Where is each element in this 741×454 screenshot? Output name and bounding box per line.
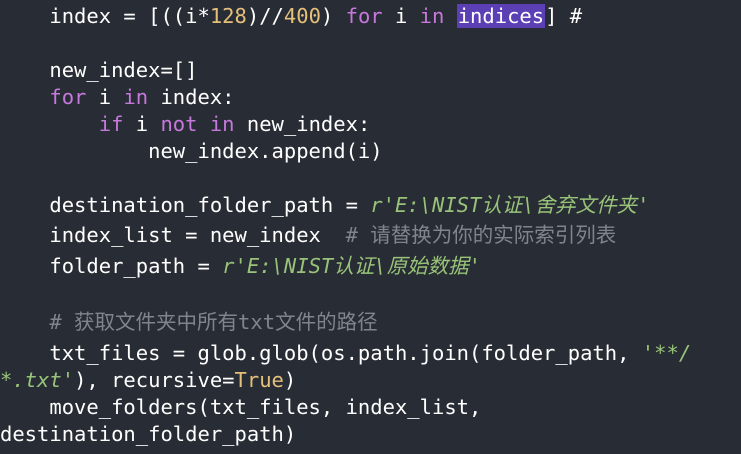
- string-literal: r'E:\NIST认证\舍弃文件夹': [370, 193, 650, 217]
- keyword-for: for: [49, 85, 87, 109]
- code-line-glob-wrap: *.txt'), recursive=True): [0, 367, 296, 394]
- code-line-folder-path: folder_path = r'E:\NIST认证\原始数据': [0, 253, 481, 280]
- code-line-append: new_index.append(i): [0, 138, 383, 165]
- code-text: txt_files = glob.glob(os.path.join(folde…: [0, 341, 642, 365]
- code-line-index: index = [((i*128)//400) for i in indices…: [0, 3, 582, 30]
- number-literal: 128: [209, 4, 247, 28]
- boolean-literal: True: [234, 368, 284, 392]
- selected-text[interactable]: indices: [456, 4, 546, 28]
- code-text: ), recursive=: [74, 368, 235, 392]
- code-text: index:: [148, 85, 235, 109]
- code-line-move-folders-wrap: destination_folder_path): [0, 421, 296, 448]
- code-text: destination_folder_path =: [0, 193, 371, 217]
- code-line-if: if i not in new_index:: [0, 111, 371, 138]
- keyword-in: in: [209, 112, 235, 136]
- string-literal: r'E:\NIST认证\原始数据': [222, 254, 481, 278]
- code-line-for-loop: for i in index:: [0, 84, 235, 111]
- code-text: ): [283, 368, 297, 392]
- code-text: index_list = new_index: [0, 223, 346, 247]
- keyword-for: for: [345, 4, 383, 28]
- code-text: new_index:: [234, 112, 371, 136]
- code-comment: # 请替换为你的实际索引列表: [345, 223, 617, 247]
- code-text: index = [((i*: [0, 4, 210, 28]
- code-text: ): [320, 4, 346, 28]
- code-text: i: [86, 85, 124, 109]
- code-text: move_folders(txt_files, index_list,: [0, 395, 482, 419]
- code-comment: # 获取文件夹中所有txt文件的路径: [0, 310, 378, 334]
- code-line-move-folders: move_folders(txt_files, index_list,: [0, 394, 481, 421]
- code-line-glob: txt_files = glob.glob(os.path.join(folde…: [0, 340, 691, 367]
- string-literal: '**/: [641, 341, 692, 365]
- code-text: i: [123, 112, 161, 136]
- keyword-not: not: [160, 112, 198, 136]
- code-line-comment: # 获取文件夹中所有txt文件的路径: [0, 309, 378, 336]
- keyword-if: if: [98, 112, 124, 136]
- code-line-new-index: new_index=[]: [0, 57, 197, 84]
- code-line-destination: destination_folder_path = r'E:\NIST认证\舍弃…: [0, 192, 650, 219]
- code-editor[interactable]: index = [((i*128)//400) for i in indices…: [0, 0, 741, 454]
- keyword-in: in: [123, 85, 149, 109]
- string-literal: *.txt': [0, 368, 75, 392]
- code-text: destination_folder_path): [0, 422, 297, 446]
- code-line-index-list: index_list = new_index # 请替换为你的实际索引列表: [0, 222, 616, 249]
- code-text: new_index.append(i): [0, 139, 383, 163]
- number-literal: 400: [283, 4, 321, 28]
- code-text: ] #: [545, 4, 583, 28]
- code-text: i: [382, 4, 420, 28]
- code-text: new_index=[]: [0, 58, 198, 82]
- code-text: folder_path =: [0, 254, 223, 278]
- code-text: )//: [246, 4, 284, 28]
- keyword-in: in: [419, 4, 445, 28]
